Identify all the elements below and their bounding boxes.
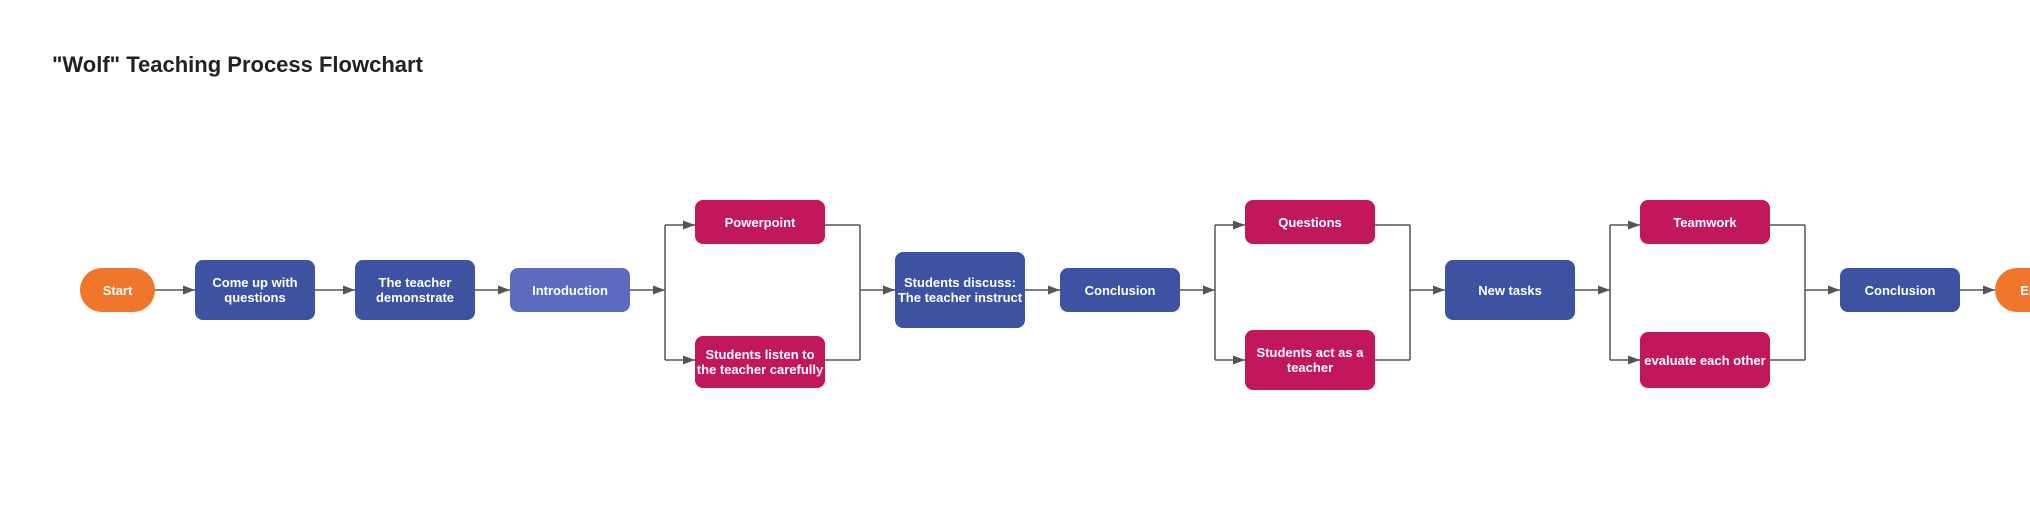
- students-listen-node: Students listen to the teacher carefully: [695, 336, 825, 388]
- end-node: End: [1995, 268, 2030, 312]
- students-discuss-node: Students discuss: The teacher instruct: [895, 252, 1025, 328]
- teamwork-node: Teamwork: [1640, 200, 1770, 244]
- powerpoint-node: Powerpoint: [695, 200, 825, 244]
- page-title: "Wolf" Teaching Process Flowchart: [52, 52, 423, 78]
- come-with-questions-node: Come up with questions: [195, 260, 315, 320]
- introduction-node: Introduction: [510, 268, 630, 312]
- conclusion2-node: Conclusion: [1840, 268, 1960, 312]
- students-act-node: Students act as a teacher: [1245, 330, 1375, 390]
- evaluate-each-other-node: evaluate each other: [1640, 332, 1770, 388]
- questions-node: Questions: [1245, 200, 1375, 244]
- teacher-demonstrate-node: The teacher demonstrate: [355, 260, 475, 320]
- arrows-svg: [40, 120, 2020, 480]
- conclusion1-node: Conclusion: [1060, 268, 1180, 312]
- start-node: Start: [80, 268, 155, 312]
- new-tasks-node: New tasks: [1445, 260, 1575, 320]
- flowchart: Start Come up with questions The teacher…: [40, 120, 2020, 480]
- page: "Wolf" Teaching Process Flowchart: [0, 0, 2030, 532]
